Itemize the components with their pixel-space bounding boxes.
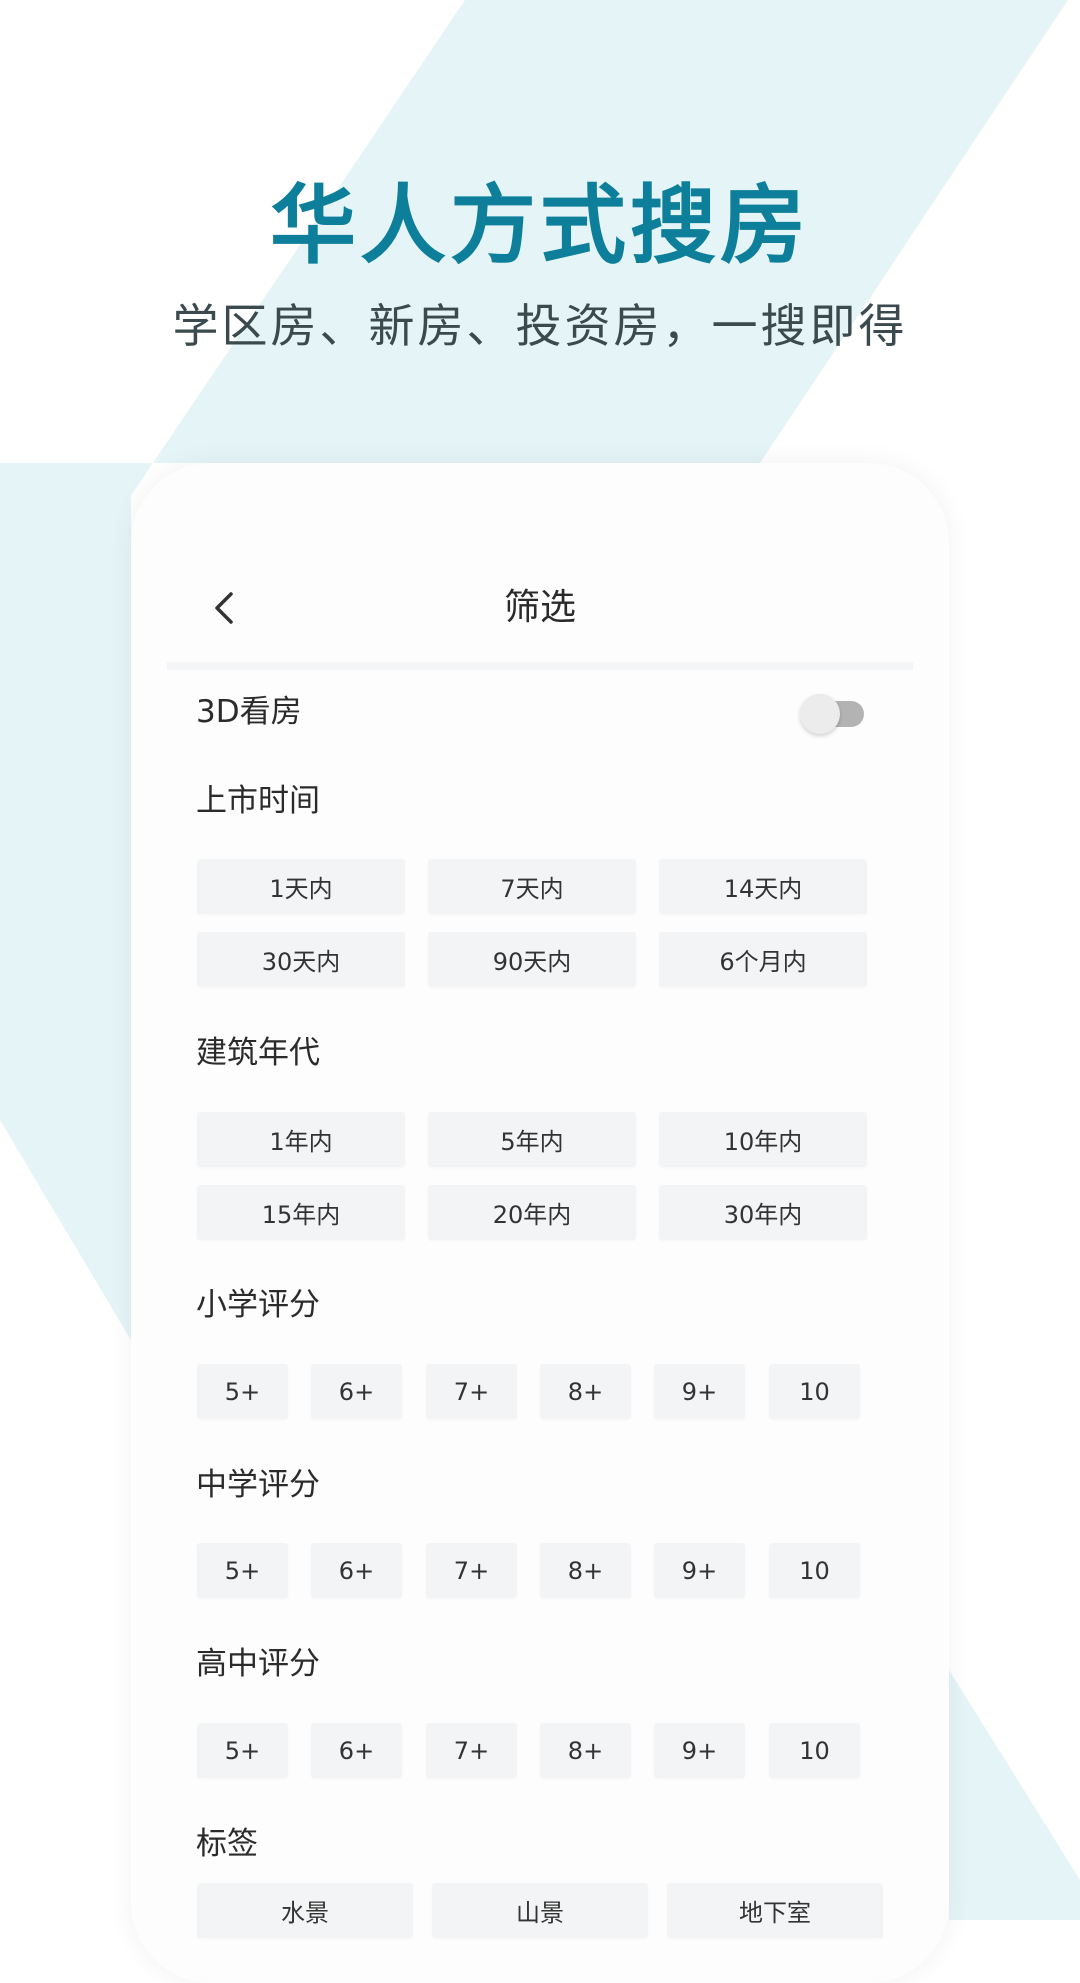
option-listing-time[interactable]: 30天内 <box>197 932 405 987</box>
option-build-year[interactable]: 5年内 <box>428 1112 636 1167</box>
section-label-high-school: 高中评分 <box>196 1646 320 1682</box>
option-build-year[interactable]: 1年内 <box>197 1112 405 1167</box>
section-label-tags: 标签 <box>196 1826 258 1862</box>
hero-subtitle: 学区房、新房、投资房，一搜即得 <box>172 299 908 353</box>
background-right-triangle <box>949 1670 1080 1920</box>
page-title: 筛选 <box>503 587 576 628</box>
option-build-year[interactable]: 10年内 <box>659 1112 867 1167</box>
option-middle-school-rating[interactable]: 8+ <box>540 1543 631 1598</box>
option-middle-school-rating[interactable]: 5+ <box>197 1543 288 1598</box>
option-tag[interactable]: 水景 <box>197 1883 413 1938</box>
option-high-school-rating[interactable]: 6+ <box>311 1723 402 1778</box>
section-label-build-year: 建筑年代 <box>196 1035 320 1071</box>
option-listing-time[interactable]: 1天内 <box>197 859 405 914</box>
option-listing-time[interactable]: 90天内 <box>428 932 636 987</box>
toggle-3d-label: 3D看房 <box>196 694 302 730</box>
option-tag[interactable]: 山景 <box>432 1883 648 1938</box>
option-primary-school-rating[interactable]: 5+ <box>197 1364 288 1419</box>
hero-title: 华人方式搜房 <box>270 176 810 276</box>
option-primary-school-rating[interactable]: 8+ <box>540 1364 631 1419</box>
toggle-knob <box>800 694 840 734</box>
section-label-listing-time: 上市时间 <box>196 783 320 819</box>
option-build-year[interactable]: 20年内 <box>428 1185 636 1240</box>
section-label-middle-school: 中学评分 <box>196 1467 320 1503</box>
option-middle-school-rating[interactable]: 6+ <box>311 1543 402 1598</box>
option-primary-school-rating[interactable]: 7+ <box>426 1364 517 1419</box>
option-high-school-rating[interactable]: 8+ <box>540 1723 631 1778</box>
option-high-school-rating[interactable]: 9+ <box>654 1723 745 1778</box>
toggle-3d-switch[interactable] <box>800 694 864 734</box>
option-primary-school-rating[interactable]: 9+ <box>654 1364 745 1419</box>
header-divider <box>167 662 913 670</box>
option-tag[interactable]: 地下室 <box>667 1883 883 1938</box>
option-high-school-rating[interactable]: 10 <box>769 1723 860 1778</box>
option-listing-time[interactable]: 7天内 <box>428 859 636 914</box>
option-middle-school-rating[interactable]: 10 <box>769 1543 860 1598</box>
option-middle-school-rating[interactable]: 7+ <box>426 1543 517 1598</box>
option-build-year[interactable]: 15年内 <box>197 1185 405 1240</box>
option-build-year[interactable]: 30年内 <box>659 1185 867 1240</box>
option-high-school-rating[interactable]: 5+ <box>197 1723 288 1778</box>
option-high-school-rating[interactable]: 7+ <box>426 1723 517 1778</box>
section-label-primary-school: 小学评分 <box>196 1287 320 1323</box>
option-primary-school-rating[interactable]: 10 <box>769 1364 860 1419</box>
option-primary-school-rating[interactable]: 6+ <box>311 1364 402 1419</box>
option-listing-time[interactable]: 14天内 <box>659 859 867 914</box>
option-listing-time[interactable]: 6个月内 <box>659 932 867 987</box>
option-middle-school-rating[interactable]: 9+ <box>654 1543 745 1598</box>
